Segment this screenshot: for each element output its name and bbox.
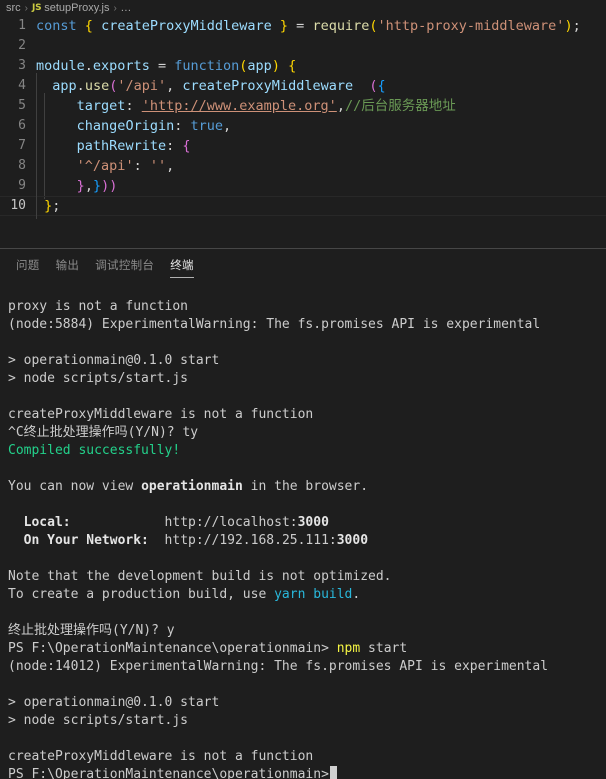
code-row[interactable]: 4 app.use('/api', createProxyMiddleware …	[0, 73, 606, 99]
breadcrumb-file[interactable]: setupProxy.js	[44, 2, 109, 14]
network-url-host: http://192.168.25.111:	[148, 533, 337, 548]
code-line-content[interactable]	[36, 36, 606, 56]
terminal-line-success: Compiled successfully!	[8, 443, 181, 458]
terminal-line: 终止批处理操作吗(Y/N)? y	[8, 623, 175, 638]
terminal-cursor[interactable]	[329, 766, 337, 779]
line-number: 5	[18, 98, 26, 113]
breadcrumb-separator-icon-2: ›	[113, 2, 117, 14]
breadcrumb-symbol-placeholder[interactable]: ...	[121, 2, 132, 14]
terminal-line-prompt: PS F:\OperationMaintenance\operationmain…	[8, 640, 606, 658]
text-fragment	[329, 641, 337, 656]
prompt-path: PS F:\OperationMaintenance\operationmain…	[8, 767, 329, 779]
yarn-build-command: yarn build	[274, 587, 353, 602]
tab-output[interactable]: 输出	[48, 249, 88, 284]
tab-debug-console[interactable]: 调试控制台	[87, 249, 162, 284]
terminal-line: (node:5884) ExperimentalWarning: The fs.…	[8, 317, 541, 332]
code-row[interactable]: 2	[0, 36, 606, 56]
terminal-line: > operationmain@0.1.0 start	[8, 695, 220, 710]
terminal-line: createProxyMiddleware is not a function	[8, 749, 314, 764]
code-line-content[interactable]: const { createProxyMiddleware } = requir…	[36, 16, 606, 36]
code-line-content[interactable]: app.use('/api', createProxyMiddleware ({	[36, 73, 606, 99]
local-url-host: http://localhost:	[148, 515, 298, 530]
terminal-line-local-url: Local: http://localhost:3000	[8, 514, 606, 532]
line-number: 8	[18, 158, 26, 173]
tab-problems[interactable]: 问题	[8, 249, 48, 284]
command-npm: npm	[336, 641, 361, 656]
local-label: Local:	[8, 515, 149, 530]
code-row[interactable]: 8 '^/api': '',	[0, 153, 606, 179]
breadcrumb-folder[interactable]: src	[6, 2, 21, 14]
line-number: 6	[18, 118, 26, 133]
terminal-line-browser-hint: You can now view operationmain in the br…	[8, 478, 606, 496]
code-row[interactable]: 7 pathRewrite: {	[0, 133, 606, 159]
tab-terminal[interactable]: 终端	[162, 249, 202, 284]
code-row[interactable]: 6 changeOrigin: true,	[0, 113, 606, 139]
panel-tab-bar: 问题 输出 调试控制台 终端	[0, 249, 606, 284]
code-line-content[interactable]: module.exports = function(app) {	[36, 56, 606, 76]
code-row[interactable]: 5 target: 'http://www.example.org',//后台服…	[0, 93, 606, 119]
line-number: 4	[18, 78, 26, 93]
code-row[interactable]: 9 },}))	[0, 173, 606, 199]
line-number: 9	[18, 178, 26, 193]
text-fragment: You can now view	[8, 479, 142, 494]
terminal-line: > node scripts/start.js	[8, 713, 189, 728]
terminal-line-network-url: On Your Network: http://192.168.25.111:3…	[8, 532, 606, 550]
code-line-content[interactable]: '^/api': '',	[36, 153, 606, 179]
network-label: On Your Network:	[8, 533, 149, 548]
terminal-line: ^C终止批处理操作吗(Y/N)? ty	[8, 425, 199, 440]
prompt-path: PS F:\OperationMaintenance\operationmain…	[8, 641, 329, 656]
terminal-output[interactable]: proxy is not a function (node:5884) Expe…	[0, 284, 606, 779]
line-number: 7	[18, 138, 26, 153]
code-editor[interactable]: 1 const { createProxyMiddleware } = requ…	[0, 16, 606, 248]
terminal-line-active-prompt[interactable]: PS F:\OperationMaintenance\operationmain…	[8, 766, 606, 779]
code-line-content[interactable]: changeOrigin: true,	[36, 113, 606, 139]
line-number: 1	[18, 18, 26, 33]
code-line-content[interactable]: };	[36, 193, 606, 219]
line-number: 10	[10, 198, 26, 213]
bottom-panel: 问题 输出 调试控制台 终端 proxy is not a function (…	[0, 248, 606, 779]
network-url-port: 3000	[336, 533, 369, 548]
text-fragment: To create a production build, use	[8, 587, 275, 602]
command-arg: start	[360, 641, 408, 656]
terminal-line: Note that the development build is not o…	[8, 569, 392, 584]
terminal-line-build-hint: To create a production build, use yarn b…	[8, 586, 606, 604]
terminal-line: > operationmain@0.1.0 start	[8, 353, 220, 368]
js-file-icon: JS	[32, 3, 42, 13]
line-number: 2	[18, 38, 26, 53]
code-row[interactable]: 1 const { createProxyMiddleware } = requ…	[0, 16, 606, 36]
local-url-port: 3000	[297, 515, 329, 530]
terminal-line: createProxyMiddleware is not a function	[8, 407, 314, 422]
breadcrumb[interactable]: src › JS setupProxy.js › ...	[0, 0, 606, 16]
terminal-line: (node:14012) ExperimentalWarning: The fs…	[8, 659, 549, 674]
terminal-line: > node scripts/start.js	[8, 371, 189, 386]
terminal-line: proxy is not a function	[8, 299, 189, 314]
code-line-content[interactable]: target: 'http://www.example.org',//后台服务器…	[36, 93, 606, 119]
code-line-content[interactable]: pathRewrite: {	[36, 133, 606, 159]
text-fragment: .	[352, 587, 361, 602]
line-number: 3	[18, 58, 26, 73]
app-name: operationmain	[141, 479, 243, 494]
code-line-content[interactable]: },}))	[36, 173, 606, 199]
text-fragment: in the browser.	[242, 479, 369, 494]
code-row-active[interactable]: 10 };	[0, 193, 606, 219]
code-row[interactable]: 3 module.exports = function(app) {	[0, 56, 606, 76]
breadcrumb-separator-icon: ›	[24, 2, 29, 14]
